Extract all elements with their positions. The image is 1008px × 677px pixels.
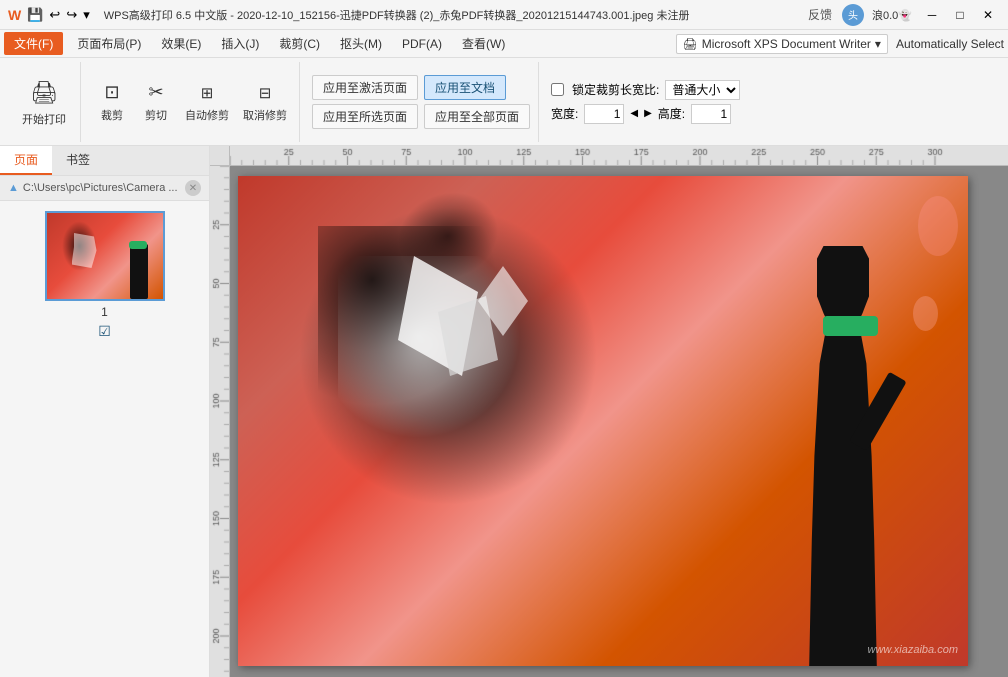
- lock-crop-label: 锁定裁剪长宽比:: [572, 81, 659, 98]
- width-stepper-right[interactable]: ▶: [644, 108, 652, 119]
- toolbar-print-group: 🖨 开始打印: [8, 62, 81, 142]
- print-button[interactable]: 🖨 开始打印: [14, 73, 74, 131]
- menu-effect[interactable]: 效果(E): [151, 31, 211, 56]
- ruler-corner: [210, 146, 230, 166]
- apply-selected-button[interactable]: 应用至所选页面: [312, 104, 418, 129]
- undo-fix-label: 取消修剪: [243, 107, 287, 123]
- title-left: W 💾 ↩ ↪ ▾ WPS高级打印 6.5 中文版 - 2020-12-10_1…: [8, 7, 808, 23]
- apply-controls: 应用至激活页面 应用至文档 应用至所选页面 应用至全部页面: [304, 62, 539, 142]
- auto-select-label: Automatically Select: [896, 37, 1004, 51]
- menu-head[interactable]: 抠头(M): [330, 31, 392, 56]
- toolbar: 🖨 开始打印 ⊡ 裁剪 ✂ 剪切 ⊞ 自动修剪 ⊟ 取消修剪 应用至激活页面 应…: [0, 58, 1008, 146]
- sidebar-tabs: 页面 书签: [0, 146, 209, 176]
- path-close-button[interactable]: ✕: [185, 180, 201, 196]
- width-stepper-left[interactable]: ◀: [630, 108, 638, 119]
- canvas-image: www.xiazaiba.com: [238, 176, 968, 666]
- close-button[interactable]: ✕: [976, 5, 1000, 25]
- toolbar-crop-group: ⊡ 裁剪 ✂ 剪切 ⊞ 自动修剪 ⊟ 取消修剪: [85, 62, 300, 142]
- menu-file[interactable]: 文件(F): [4, 32, 63, 55]
- print-label: 开始打印: [22, 111, 66, 127]
- sidebar-path: ▲ C:\Users\pc\Pictures\Camera ... ✕: [0, 176, 209, 201]
- menu-layout[interactable]: 页面布局(P): [67, 31, 151, 56]
- path-text: C:\Users\pc\Pictures\Camera ...: [23, 182, 178, 194]
- ruler-top-canvas: [230, 146, 1008, 166]
- undo-fix-button[interactable]: ⊟ 取消修剪: [237, 78, 293, 126]
- page-checkbox[interactable]: ☑: [98, 323, 111, 340]
- cut-label: 剪切: [145, 107, 167, 123]
- printer-dropdown-icon: ▾: [875, 37, 881, 51]
- title-bar: W 💾 ↩ ↪ ▾ WPS高级打印 6.5 中文版 - 2020-12-10_1…: [0, 0, 1008, 30]
- lock-crop-checkbox[interactable]: [551, 83, 564, 96]
- sidebar-arrow-icon: ▲: [8, 182, 19, 194]
- menu-crop[interactable]: 裁剪(C): [269, 31, 330, 56]
- size-preset-select[interactable]: 普通大小: [665, 80, 740, 100]
- cut-button[interactable]: ✂ 剪切: [135, 78, 177, 126]
- ruler-left: [210, 166, 230, 677]
- watermark: www.xiazaiba.com: [868, 644, 958, 656]
- crop-label: 裁剪: [101, 107, 123, 123]
- maximize-button[interactable]: □: [948, 5, 972, 25]
- redo-icon[interactable]: ↪: [66, 7, 77, 23]
- title-text: WPS高级打印 6.5 中文版 - 2020-12-10_152156-迅捷PD…: [104, 7, 690, 23]
- size-controls: 锁定裁剪长宽比: 普通大小 宽度: ◀ ▶ 高度:: [543, 80, 748, 124]
- page-thumb-container: 1 ☑: [10, 211, 199, 340]
- user-name: 浪0.0👻: [872, 7, 912, 23]
- apply-doc-button[interactable]: 应用至文档: [424, 75, 506, 100]
- menu-bar: 文件(F) 页面布局(P) 效果(E) 插入(J) 裁剪(C) 抠头(M) PD…: [0, 30, 1008, 58]
- page-thumbnail[interactable]: [45, 211, 165, 301]
- menu-view[interactable]: 查看(W): [452, 31, 515, 56]
- main-content: 页面 书签 ▲ C:\Users\pc\Pictures\Camera ... …: [0, 146, 1008, 677]
- menu-bar-right: 🖨 Microsoft XPS Document Writer ▾ Automa…: [676, 34, 1004, 54]
- printer-icon: 🖨: [683, 37, 698, 51]
- app-icon: W: [8, 7, 21, 23]
- minimize-button[interactable]: ─: [920, 5, 944, 25]
- page-canvas: www.xiazaiba.com: [238, 176, 968, 666]
- auto-fix-button[interactable]: ⊞ 自动修剪: [179, 78, 235, 126]
- title-controls: 反馈 头 浪0.0👻 ─ □ ✕: [808, 4, 1000, 26]
- sidebar-pages: 1 ☑: [0, 201, 209, 677]
- menu-icon[interactable]: ▾: [83, 7, 90, 23]
- undo-fix-icon: ⊟: [253, 81, 277, 105]
- menu-insert[interactable]: 插入(J): [211, 31, 269, 56]
- apply-all-button[interactable]: 应用至全部页面: [424, 104, 530, 129]
- sidebar-tab-pages[interactable]: 页面: [0, 146, 52, 175]
- printer-name: Microsoft XPS Document Writer: [702, 37, 871, 51]
- sidebar: 页面 书签 ▲ C:\Users\pc\Pictures\Camera ... …: [0, 146, 210, 677]
- undo-icon[interactable]: ↩: [49, 7, 60, 23]
- sidebar-tab-bookmarks[interactable]: 书签: [52, 146, 104, 175]
- feedback-label[interactable]: 反馈: [808, 6, 832, 23]
- width-input[interactable]: [584, 104, 624, 124]
- user-avatar: 头: [842, 4, 864, 26]
- cut-icon: ✂: [144, 81, 168, 105]
- menu-pdf[interactable]: PDF(A): [392, 33, 452, 55]
- save-icon[interactable]: 💾: [27, 7, 43, 23]
- print-icon: 🖨: [28, 77, 60, 109]
- height-label: 高度:: [658, 105, 685, 122]
- printer-select[interactable]: 🖨 Microsoft XPS Document Writer ▾: [676, 34, 888, 54]
- crop-icon: ⊡: [100, 81, 124, 105]
- crop-button[interactable]: ⊡ 裁剪: [91, 78, 133, 126]
- width-label: 宽度:: [551, 105, 578, 122]
- auto-fix-icon: ⊞: [195, 81, 219, 105]
- ruler-top: [230, 146, 1008, 166]
- height-input[interactable]: [691, 104, 731, 124]
- ruler-left-canvas: [210, 166, 230, 677]
- page-number: 1: [101, 305, 108, 319]
- apply-active-button[interactable]: 应用至激活页面: [312, 75, 418, 100]
- canvas-area: www.xiazaiba.com: [210, 146, 1008, 677]
- auto-fix-label: 自动修剪: [185, 107, 229, 123]
